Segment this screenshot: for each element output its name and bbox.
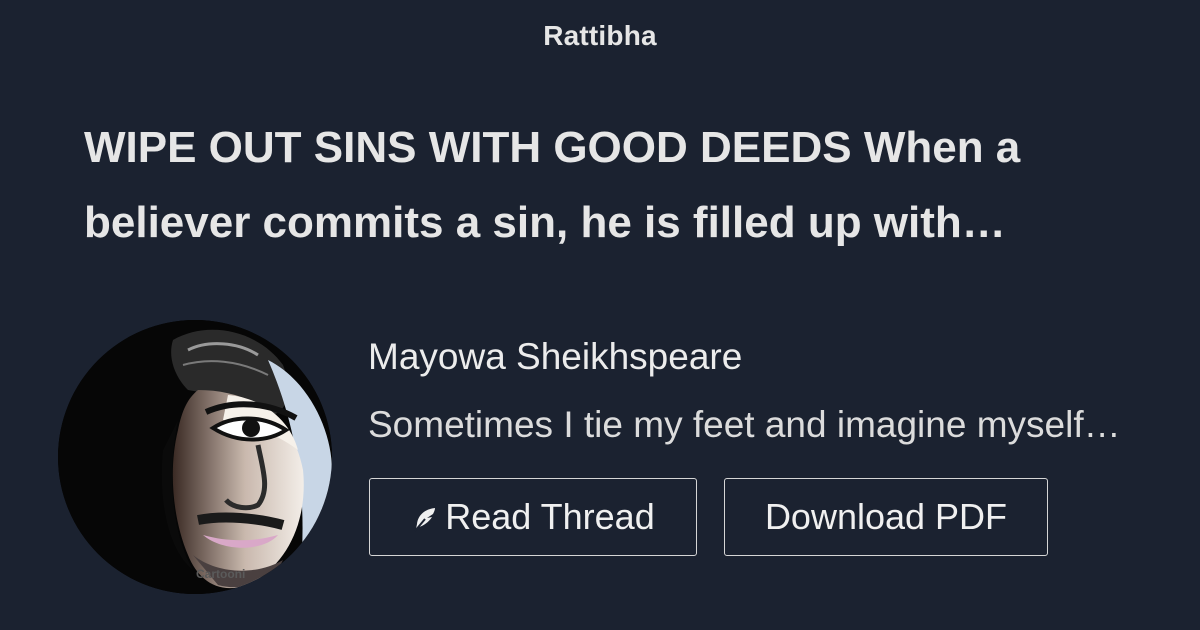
read-thread-button[interactable]: Read Thread bbox=[369, 478, 697, 556]
download-pdf-label: Download PDF bbox=[764, 496, 1008, 537]
feather-icon bbox=[411, 505, 439, 533]
avatar-watermark: Cartooni bbox=[196, 567, 245, 581]
author-bio: Sometimes I tie my feet and imagine myse… bbox=[368, 404, 1121, 445]
avatar-image: Cartooni bbox=[58, 320, 332, 594]
author-name[interactable]: Mayowa Sheikhspeare bbox=[368, 336, 742, 378]
read-thread-label: Read Thread bbox=[445, 496, 655, 537]
thread-title: WIPE OUT SINS WITH GOOD DEEDS When a bel… bbox=[84, 123, 1021, 247]
avatar: Cartooni bbox=[58, 320, 332, 594]
download-pdf-button[interactable]: Download PDF bbox=[724, 478, 1048, 556]
site-brand[interactable]: Rattibha bbox=[0, 20, 1200, 52]
